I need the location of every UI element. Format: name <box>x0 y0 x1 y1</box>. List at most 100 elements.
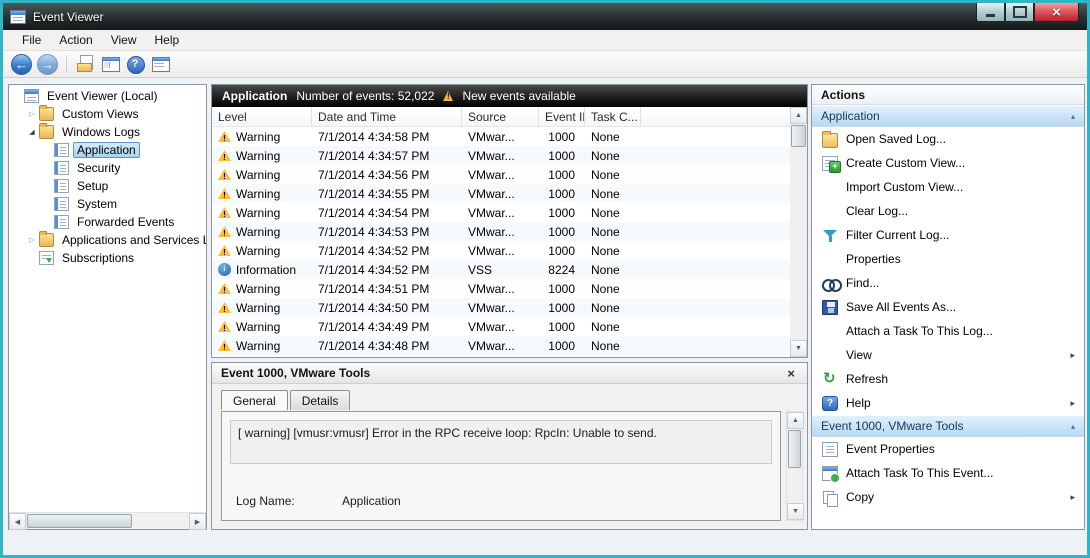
event-row[interactable]: Warning7/1/2014 4:34:55 PMVMwar...1000No… <box>212 184 790 203</box>
tree-item-custom-views[interactable]: ▷ Custom Views <box>9 105 206 123</box>
column-header-date-and-time[interactable]: Date and Time <box>312 107 462 126</box>
event-row[interactable]: Warning7/1/2014 4:34:48 PMVMwar...1000No… <box>212 336 790 355</box>
action-pane-icon[interactable] <box>150 54 170 74</box>
tree-item-security[interactable]: Security <box>9 159 206 177</box>
tree-item-setup[interactable]: Setup <box>9 177 206 195</box>
collapse-chevron-icon[interactable] <box>1071 422 1075 431</box>
actions-list: Application Open Saved Log... Create Custo… <box>812 105 1084 509</box>
collapse-chevron-icon[interactable] <box>1071 112 1075 121</box>
none-icon <box>822 252 838 267</box>
warning-icon <box>218 131 231 142</box>
action-section-event-1000-vmware-tools[interactable]: Event 1000, VMware Tools <box>812 415 1084 437</box>
event-row[interactable]: Warning7/1/2014 4:34:54 PMVMwar...1000No… <box>212 203 790 222</box>
column-header-task-c[interactable]: Task C... <box>585 107 641 126</box>
scroll-down-icon[interactable] <box>787 503 804 520</box>
scroll-up-icon[interactable] <box>790 107 807 124</box>
tree-item-forwarded-events[interactable]: Forwarded Events <box>9 213 206 231</box>
preview-close-icon[interactable] <box>784 366 798 381</box>
column-header-event-id[interactable]: Event ID <box>539 107 585 126</box>
action-label: Open Saved Log... <box>846 132 946 146</box>
column-header-source[interactable]: Source <box>462 107 539 126</box>
close-button[interactable] <box>1034 3 1079 22</box>
action-clear-log[interactable]: Clear Log... <box>812 199 1084 223</box>
action-label: Clear Log... <box>846 204 908 218</box>
action-label: Find... <box>846 276 879 290</box>
level-text: Warning <box>236 320 280 334</box>
preview-body: General Details [ warning] [vmusr:vmusr]… <box>212 384 807 529</box>
scrollbar-thumb[interactable] <box>27 514 132 528</box>
event-row[interactable]: Information7/1/2014 4:34:52 PMVSS8224Non… <box>212 260 790 279</box>
menu-help[interactable]: Help <box>146 31 189 49</box>
tree-item-system[interactable]: System <box>9 195 206 213</box>
expand-icon[interactable]: ▷ <box>26 110 38 118</box>
tree-item-applications-and-services-lo[interactable]: ▷ Applications and Services Lo <box>9 231 206 249</box>
preview-scrollbar[interactable] <box>786 411 803 521</box>
open-saved-log-icon[interactable] <box>75 54 95 74</box>
action-refresh[interactable]: Refresh <box>812 367 1084 391</box>
event-row[interactable]: Warning7/1/2014 4:34:53 PMVMwar...1000No… <box>212 222 790 241</box>
tree-item-subscriptions[interactable]: Subscriptions <box>9 249 206 267</box>
action-copy[interactable]: Copy <box>812 485 1084 509</box>
event-id-cell: 1000 <box>539 206 585 220</box>
event-list-scrollbar[interactable] <box>790 107 807 357</box>
minimize-button[interactable] <box>976 3 1005 22</box>
tree-label: Applications and Services Lo <box>58 232 206 248</box>
menu-file[interactable]: File <box>13 31 50 49</box>
scroll-left-icon[interactable] <box>9 513 26 530</box>
action-help[interactable]: Help <box>812 391 1084 415</box>
action-properties[interactable]: Properties <box>812 247 1084 271</box>
level-cell: Warning <box>212 130 312 144</box>
scroll-up-icon[interactable] <box>787 412 804 429</box>
event-row[interactable]: Warning7/1/2014 4:34:57 PMVMwar...1000No… <box>212 146 790 165</box>
event-rows: Warning7/1/2014 4:34:58 PMVMwar...1000No… <box>212 127 790 357</box>
scrollbar-thumb[interactable] <box>788 430 801 468</box>
action-attach-task-to-this-event[interactable]: Attach Task To This Event... <box>812 461 1084 485</box>
collapse-icon[interactable]: ◢ <box>26 128 38 136</box>
event-row[interactable]: Warning7/1/2014 4:34:58 PMVMwar...1000No… <box>212 127 790 146</box>
action-view[interactable]: View <box>812 343 1084 367</box>
event-row[interactable]: Warning7/1/2014 4:34:50 PMVMwar...1000No… <box>212 298 790 317</box>
tree-item-event-viewer-local[interactable]: Event Viewer (Local) <box>9 87 206 105</box>
action-import-custom-view[interactable]: Import Custom View... <box>812 175 1084 199</box>
back-button[interactable] <box>11 54 32 75</box>
level-cell: Warning <box>212 301 312 315</box>
datetime-cell: 7/1/2014 4:34:50 PM <box>312 301 462 315</box>
tab-details[interactable]: Details <box>290 390 351 410</box>
props-icon <box>822 442 838 457</box>
console-tree-icon[interactable] <box>100 54 120 74</box>
event-row[interactable]: Warning7/1/2014 4:34:52 PMVMwar...1000No… <box>212 241 790 260</box>
tree-horizontal-scrollbar[interactable] <box>9 512 206 529</box>
event-row[interactable]: Warning7/1/2014 4:34:56 PMVMwar...1000No… <box>212 165 790 184</box>
action-filter-current-log[interactable]: Filter Current Log... <box>812 223 1084 247</box>
source-cell: VMwar... <box>462 339 539 353</box>
scroll-down-icon[interactable] <box>790 340 807 357</box>
source-cell: VMwar... <box>462 187 539 201</box>
help-icon[interactable] <box>125 54 145 74</box>
none-icon <box>822 348 838 363</box>
action-attach-a-task-to-this-log[interactable]: Attach a Task To This Log... <box>812 319 1084 343</box>
action-section-application[interactable]: Application <box>812 105 1084 127</box>
tree-item-application[interactable]: Application <box>9 141 206 159</box>
action-event-properties[interactable]: Event Properties <box>812 437 1084 461</box>
action-find[interactable]: Find... <box>812 271 1084 295</box>
action-open-saved-log[interactable]: Open Saved Log... <box>812 127 1084 151</box>
tree-label: Security <box>73 160 124 176</box>
expand-icon[interactable]: ▷ <box>26 236 38 244</box>
forward-button[interactable] <box>37 54 58 75</box>
event-row[interactable]: Warning7/1/2014 4:34:51 PMVMwar...1000No… <box>212 279 790 298</box>
tree-label: Custom Views <box>58 106 142 122</box>
scrollbar-thumb[interactable] <box>791 125 806 147</box>
event-row[interactable]: Warning7/1/2014 4:34:49 PMVMwar...1000No… <box>212 317 790 336</box>
maximize-button[interactable] <box>1005 3 1034 22</box>
menu-view[interactable]: View <box>102 31 146 49</box>
tree-item-windows-logs[interactable]: ◢Windows Logs <box>9 123 206 141</box>
column-header-level[interactable]: Level <box>212 107 312 126</box>
action-save-all-events-as[interactable]: Save All Events As... <box>812 295 1084 319</box>
tab-general[interactable]: General <box>221 390 288 410</box>
section-title: Event 1000, VMware Tools <box>821 419 964 433</box>
menu-action[interactable]: Action <box>50 31 101 49</box>
scroll-right-icon[interactable] <box>189 513 206 530</box>
action-create-custom-view[interactable]: Create Custom View... <box>812 151 1084 175</box>
event-message[interactable]: [ warning] [vmusr:vmusr] Error in the RP… <box>230 420 772 464</box>
level-text: Warning <box>236 149 280 163</box>
